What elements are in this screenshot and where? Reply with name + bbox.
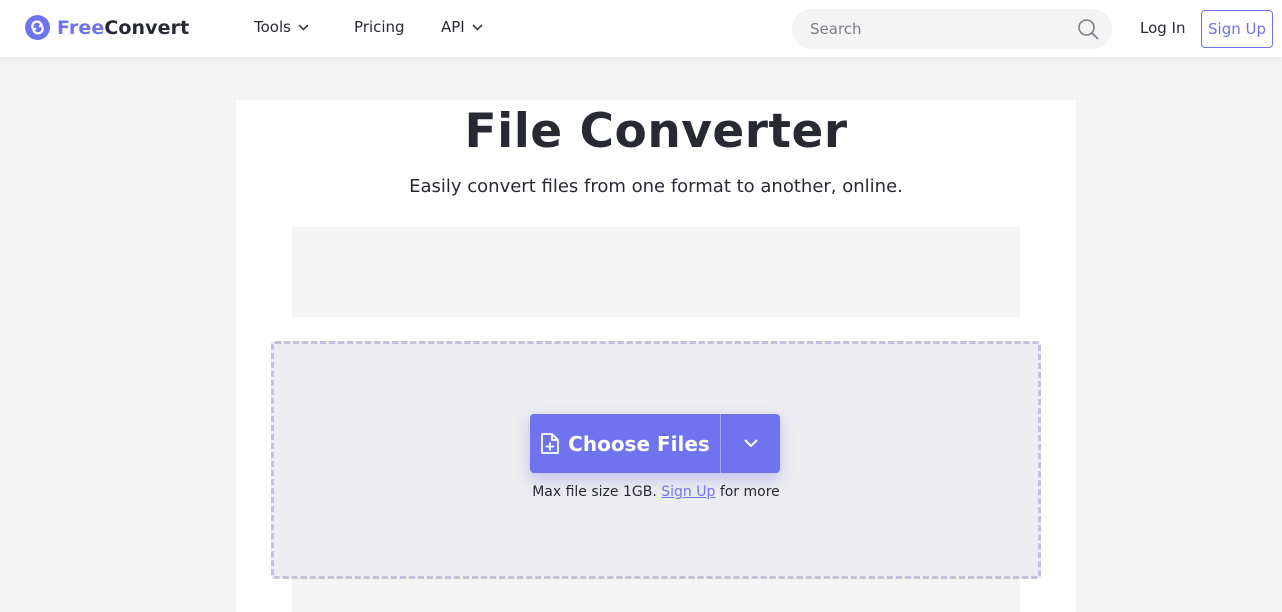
chevron-down-icon bbox=[744, 436, 758, 451]
nav-api-label: API bbox=[441, 18, 465, 36]
logo-text: FreeConvert bbox=[57, 17, 189, 39]
choose-files-group: Choose Files bbox=[530, 414, 780, 473]
nav-pricing[interactable]: Pricing bbox=[354, 18, 405, 36]
chevron-down-icon bbox=[298, 23, 309, 31]
max-size-text: Max file size 1GB. bbox=[532, 484, 657, 500]
chevron-down-icon bbox=[472, 23, 483, 31]
logo[interactable]: FreeConvert bbox=[25, 15, 189, 40]
max-file-size-note: Max file size 1GB. Sign Up for more bbox=[274, 484, 1038, 500]
logo-text-convert: Convert bbox=[104, 16, 190, 39]
search-input[interactable] bbox=[810, 9, 1070, 49]
ad-placeholder-top bbox=[292, 227, 1020, 317]
file-dropzone[interactable]: Choose Files Max file size 1GB. Sign Up … bbox=[271, 341, 1041, 579]
file-plus-icon bbox=[540, 432, 560, 455]
nav-tools[interactable]: Tools bbox=[254, 18, 309, 36]
logo-text-free: Free bbox=[57, 16, 105, 39]
choose-files-button[interactable]: Choose Files bbox=[530, 414, 720, 473]
search-icon[interactable] bbox=[1077, 18, 1099, 44]
sync-arrows-icon bbox=[25, 15, 50, 40]
login-link[interactable]: Log In bbox=[1140, 19, 1186, 37]
ad-placeholder-bottom bbox=[292, 578, 1020, 612]
upload-source-dropdown[interactable] bbox=[721, 414, 780, 473]
search-box bbox=[792, 9, 1112, 49]
top-navbar: FreeConvert Tools Pricing API Log In Sig… bbox=[0, 0, 1282, 57]
main-content: File Converter Easily convert files from… bbox=[236, 100, 1076, 612]
for-more-text: for more bbox=[719, 484, 780, 500]
page-title: File Converter bbox=[464, 104, 848, 159]
nav-pricing-label: Pricing bbox=[354, 18, 405, 36]
choose-files-label: Choose Files bbox=[568, 431, 710, 456]
page-subtitle: Easily convert files from one format to … bbox=[409, 176, 903, 197]
nav-api[interactable]: API bbox=[441, 18, 483, 36]
nav-tools-label: Tools bbox=[254, 18, 291, 36]
signup-link[interactable]: Sign Up bbox=[661, 484, 715, 500]
signup-button[interactable]: Sign Up bbox=[1201, 10, 1273, 48]
